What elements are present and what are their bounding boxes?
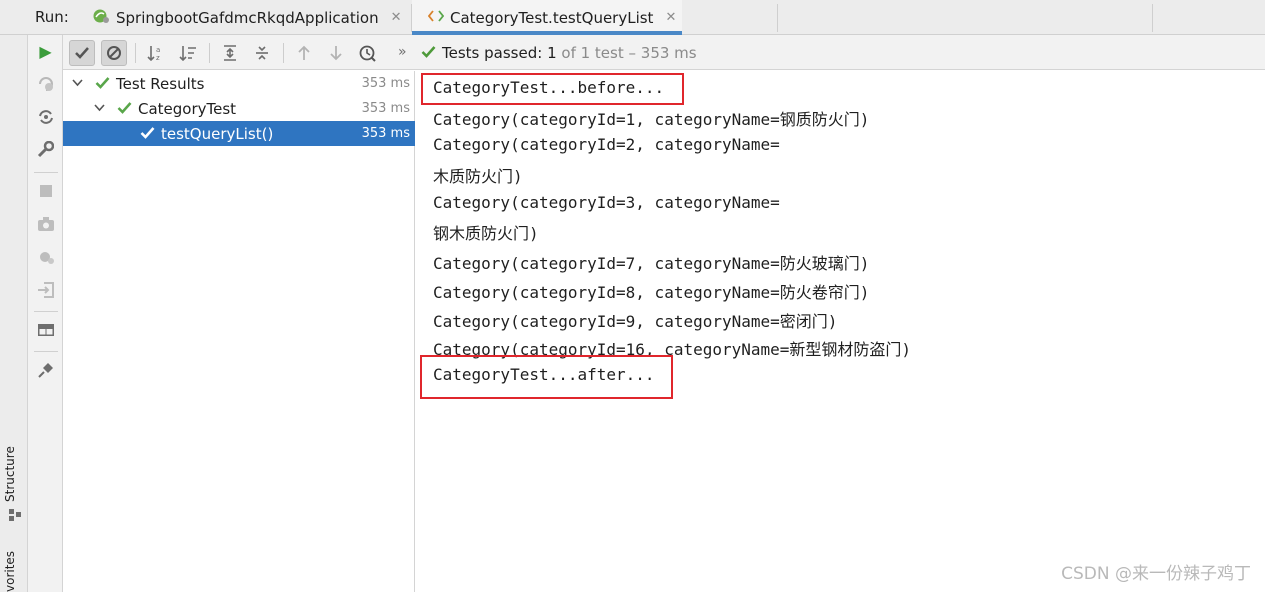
wrench-icon[interactable] [35, 139, 56, 160]
tab-close-icon[interactable]: ✕ [665, 10, 676, 25]
sort-alphabetically-icon[interactable]: az [143, 40, 169, 66]
status-rest: of 1 test – 353 ms [561, 44, 697, 62]
console-line: CategoryTest...after... [433, 365, 655, 384]
expand-arrow-icon[interactable] [72, 77, 83, 90]
console-line: Category(categoryId=2, categoryName= [433, 135, 780, 154]
debug-settings-icon [35, 246, 56, 267]
pass-check-icon [117, 100, 132, 118]
test-runner-toolbar: az » Tests passed: 1 of 1 test – 353 ms [63, 35, 1265, 70]
toggle-auto-test-icon[interactable] [35, 106, 56, 127]
import-tests-icon [35, 279, 56, 300]
toolbar-divider [209, 43, 210, 63]
tab-label: SpringbootGafdmcRkqdApplication [116, 8, 379, 27]
tree-row-label: CategoryTest [138, 99, 237, 118]
rerun-icon[interactable]: ▶ [35, 41, 56, 62]
pass-check-icon [95, 75, 110, 93]
tab-label: CategoryTest.testQueryList [450, 8, 654, 27]
collapse-all-icon[interactable] [249, 40, 275, 66]
test-history-icon[interactable] [355, 40, 381, 66]
console-line: 钢木质防火门) [433, 224, 539, 243]
more-actions-chevron[interactable]: » [398, 44, 407, 60]
tree-row-label: Test Results [116, 74, 205, 93]
toolbar-divider [135, 43, 136, 63]
tree-row-category-test[interactable]: CategoryTest 353 ms [63, 96, 415, 121]
run-tab-bar: Run: SpringbootGafdmcRkqdApplication ✕ C… [0, 0, 1265, 35]
svg-text:z: z [156, 54, 160, 61]
console-line: 木质防火门) [433, 167, 523, 186]
tree-row-duration: 353 ms [361, 101, 410, 116]
show-passed-toggle[interactable] [69, 40, 95, 66]
console-line: Category(categoryId=7, categoryName=防火玻璃… [433, 254, 870, 273]
test-diamond-icon [427, 9, 445, 27]
console-output[interactable]: CategoryTest...before... Category(catego… [416, 71, 1265, 592]
sort-by-duration-icon[interactable] [175, 40, 201, 66]
tree-row-label: testQueryList() [161, 124, 274, 143]
structure-tool-window-label[interactable]: Structure [3, 446, 17, 502]
test-status-summary: Tests passed: 1 of 1 test – 353 ms [421, 44, 697, 62]
tab-category-test[interactable]: CategoryTest.testQueryList ✕ [412, 0, 682, 35]
stop-icon [35, 180, 56, 201]
previous-failed-test-icon [291, 40, 317, 66]
pin-icon[interactable] [35, 360, 56, 381]
expand-arrow-icon[interactable] [94, 102, 105, 115]
pass-check-icon [140, 125, 155, 143]
expand-all-icon[interactable] [217, 40, 243, 66]
status-prefix: Tests passed: [442, 44, 543, 62]
favorites-tool-window-label[interactable]: vorites [3, 551, 17, 592]
run-actions-column: ▶ [28, 35, 63, 592]
test-results-tree: Test Results 353 ms CategoryTest 353 ms … [63, 71, 415, 592]
icon-divider [34, 311, 58, 312]
spring-boot-icon [92, 8, 110, 28]
passed-check-icon [421, 44, 436, 62]
tab-divider [777, 4, 778, 32]
show-ignored-toggle[interactable] [101, 40, 127, 66]
tab-divider [1152, 4, 1153, 32]
svg-text:a: a [156, 46, 160, 54]
console-line: Category(categoryId=8, categoryName=防火卷帘… [433, 283, 870, 302]
tab-close-icon[interactable]: ✕ [391, 10, 402, 25]
toolbar-divider [283, 43, 284, 63]
rerun-failed-icon [35, 73, 56, 94]
tree-row-test-query-list[interactable]: testQueryList() 353 ms [63, 121, 415, 146]
tree-row-duration: 353 ms [361, 126, 410, 141]
console-line: CategoryTest...before... [433, 78, 665, 97]
camera-icon [35, 213, 56, 234]
console-line: Category(categoryId=9, categoryName=密闭门) [433, 312, 838, 331]
tab-springboot-application[interactable]: SpringbootGafdmcRkqdApplication ✕ [90, 0, 410, 35]
layout-icon[interactable] [35, 319, 56, 340]
structure-icon[interactable] [9, 509, 21, 521]
next-failed-test-icon [323, 40, 349, 66]
watermark: CSDN @来一份辣子鸡丁 [1061, 564, 1251, 584]
icon-divider [34, 172, 58, 173]
status-count: 1 [547, 44, 557, 62]
tree-row-duration: 353 ms [361, 76, 410, 91]
tree-row-test-results[interactable]: Test Results 353 ms [63, 71, 415, 96]
run-label: Run: [35, 8, 69, 26]
console-line: Category(categoryId=1, categoryName=钢质防火… [433, 110, 870, 129]
icon-divider [34, 351, 58, 352]
console-line: Category(categoryId=3, categoryName= [433, 193, 780, 212]
side-tool-strip: Structure vorites [0, 35, 28, 592]
